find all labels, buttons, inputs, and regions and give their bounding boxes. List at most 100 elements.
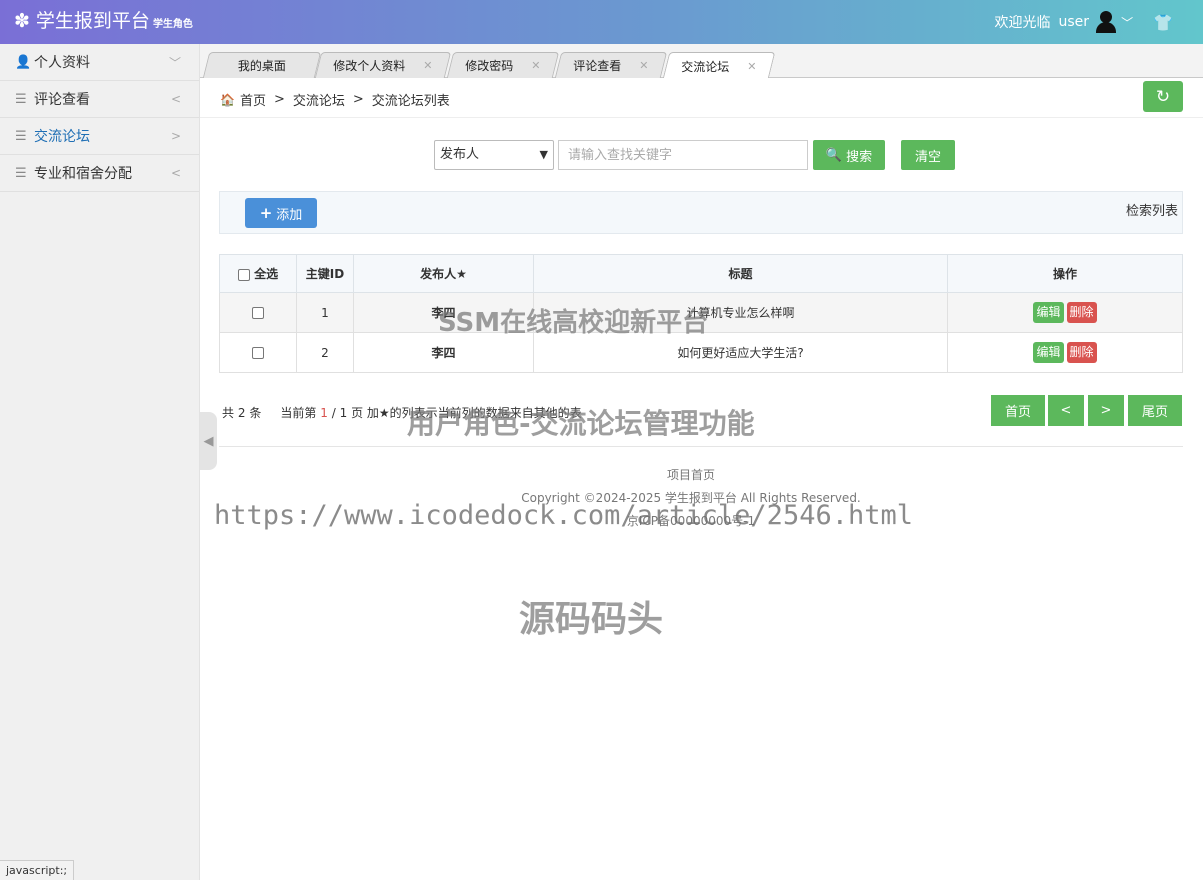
tab-label: 评论查看 [573, 59, 622, 73]
pager-current-page: 1 [320, 406, 328, 420]
pager-text: 共 [222, 406, 235, 420]
user-avatar-icon[interactable] [1095, 11, 1117, 33]
row-checkbox[interactable] [252, 347, 264, 359]
select-value: 发布人 [440, 147, 480, 162]
flower-gear-icon: ✽ [14, 10, 30, 32]
table-row: 2 李四 如何更好适应大学生活? 编辑 删除 [219, 332, 1183, 373]
row-checkbox[interactable] [252, 307, 264, 319]
list-toolbar: + 添加 检索列表 [219, 191, 1183, 234]
tab-desktop[interactable]: 我的桌面 [202, 52, 322, 78]
search-button-label: 搜索 [846, 149, 873, 165]
select-all-checkbox[interactable] [237, 268, 250, 281]
select-all-header[interactable]: 全选 [219, 254, 297, 293]
search-field-select[interactable]: 发布人 ▼ [434, 140, 554, 170]
actions-header: 操作 [947, 254, 1183, 293]
tab-change-password[interactable]: 修改密码 ✕ [446, 52, 560, 78]
chevron-down-icon[interactable]: ﹀ [1121, 14, 1133, 31]
home-icon: 🏠 [220, 92, 235, 107]
forum-table: 全选 主键ID 发布人★ 标题 操作 1 李四 计算机专业怎么样啊 编辑 删除 2… [219, 254, 1183, 373]
pager-text: 页 [351, 406, 364, 420]
divider [219, 446, 1183, 447]
tab-label: 交流论坛 [681, 59, 730, 74]
close-icon[interactable]: ✕ [531, 59, 540, 72]
footer-copyright: Copyright ©2024-2025 学生报到平台 All Rights R… [521, 491, 861, 505]
footer-home-link[interactable]: 项目首页 [200, 464, 1182, 487]
tab-label: 我的桌面 [237, 59, 286, 73]
welcome-text: 欢迎光临 [994, 15, 1051, 31]
menu-icon: ☰ [15, 91, 27, 107]
chevron-right-icon: > [170, 129, 181, 143]
add-button[interactable]: + 添加 [245, 198, 317, 228]
row-id: 1 [296, 292, 354, 333]
breadcrumb-bar: 🏠 首页 > 交流论坛 > 交流论坛列表 ↻ [200, 78, 1203, 118]
edit-button[interactable]: 编辑 [1033, 342, 1064, 363]
user-icon: 👤 [15, 54, 32, 70]
sidebar: 👤 个人资料 ﹀ ☰ 评论查看 < ☰ 交流论坛 > ☰ 专业和宿舍分配 < j… [0, 44, 200, 880]
sidebar-item-comments[interactable]: ☰ 评论查看 < [0, 81, 199, 118]
plus-icon: + [259, 204, 273, 222]
search-bar: 发布人 ▼ 🔍 搜索 清空 [200, 140, 1203, 170]
pager-total: 2 [237, 406, 246, 420]
row-id: 2 [296, 332, 354, 373]
delete-button[interactable]: 删除 [1066, 302, 1097, 323]
close-icon[interactable]: ✕ [747, 60, 756, 73]
menu-icon: ☰ [15, 165, 27, 181]
browser-status-bar: javascript:; [0, 860, 75, 880]
sidebar-item-major-dorm[interactable]: ☰ 专业和宿舍分配 < [0, 155, 199, 192]
next-page-button[interactable]: > [1088, 395, 1124, 426]
edit-button[interactable]: 编辑 [1033, 302, 1064, 323]
chevron-left-icon: ◀ [203, 433, 214, 449]
refresh-button[interactable]: ↻ [1143, 81, 1183, 112]
select-all-label: 全选 [254, 267, 279, 281]
first-page-button[interactable]: 首页 [991, 395, 1045, 426]
pager-info: 共 2 条 当前第 1 / 1 页 加★的列表示当前列的数据来自其他的表 [222, 404, 582, 421]
prev-page-button[interactable]: < [1048, 395, 1084, 426]
row-author: 李四 [353, 292, 534, 333]
tab-label: 修改密码 [465, 59, 514, 73]
footer-icp[interactable]: 京ICP备00000000号-1 [200, 510, 1182, 533]
chevron-down-icon: ﹀ [168, 55, 181, 70]
menu-icon: ☰ [15, 128, 27, 144]
row-title: 计算机专业怎么样啊 [533, 292, 948, 333]
row-title: 如何更好适应大学生活? [533, 332, 948, 373]
breadcrumb-home[interactable]: 首页 [240, 90, 266, 109]
list-title: 检索列表 [1125, 204, 1178, 219]
pagination: 共 2 条 当前第 1 / 1 页 加★的列表示当前列的数据来自其他的表 首页 … [219, 395, 1183, 426]
row-actions: 编辑 删除 [947, 332, 1183, 373]
pager-text: / [331, 406, 336, 420]
footer: 项目首页 Copyright ©2024-2025 学生报到平台 All Rig… [200, 464, 1182, 533]
id-header: 主键ID [296, 254, 354, 293]
row-actions: 编辑 删除 [947, 292, 1183, 333]
row-author: 李四 [353, 332, 534, 373]
header-user-area: 欢迎光临 user ﹀ 👕 [995, 0, 1203, 44]
author-header: 发布人★ [353, 254, 534, 293]
sidebar-collapse-handle[interactable]: ◀ [200, 412, 217, 470]
close-icon[interactable]: ✕ [423, 59, 432, 72]
top-header: ✽ 学生报到平台 学生角色 欢迎光临 user ﹀ 👕 [0, 0, 1203, 44]
title-header: 标题 [533, 254, 948, 293]
breadcrumb-forum[interactable]: 交流论坛 [293, 90, 345, 109]
search-icon: 🔍 [825, 147, 843, 163]
last-page-button[interactable]: 尾页 [1128, 395, 1182, 426]
search-button[interactable]: 🔍 搜索 [813, 140, 885, 170]
tab-edit-profile[interactable]: 修改个人资料 ✕ [314, 52, 452, 78]
role-label: 学生角色 [152, 19, 193, 30]
delete-button[interactable]: 删除 [1066, 342, 1097, 363]
table-row: 1 李四 计算机专业怎么样啊 编辑 删除 [219, 292, 1183, 333]
close-icon[interactable]: ✕ [639, 59, 648, 72]
brand[interactable]: ✽ 学生报到平台 学生角色 [14, 9, 193, 33]
theme-shirt-icon[interactable]: 👕 [1153, 13, 1173, 32]
clear-button[interactable]: 清空 [901, 140, 955, 170]
breadcrumb-separator: > [273, 92, 285, 107]
username[interactable]: user [1059, 14, 1090, 30]
sidebar-item-forum[interactable]: ☰ 交流论坛 > [0, 118, 199, 155]
main-content: 我的桌面 修改个人资料 ✕ 修改密码 ✕ 评论查看 ✕ 交流论坛 ✕ 🏠 首页 > 交流… [200, 44, 1203, 880]
pager-text: 条 [249, 406, 262, 420]
pager-text: 当前第 [280, 406, 317, 420]
search-input[interactable] [558, 140, 808, 170]
pager-page-count: 1 [339, 406, 348, 420]
tab-forum[interactable]: 交流论坛 ✕ [662, 52, 776, 79]
sidebar-item-profile[interactable]: 👤 个人资料 ﹀ [0, 44, 199, 81]
table-header-row: 全选 主键ID 发布人★ 标题 操作 [219, 254, 1183, 293]
tab-comments[interactable]: 评论查看 ✕ [554, 52, 668, 78]
